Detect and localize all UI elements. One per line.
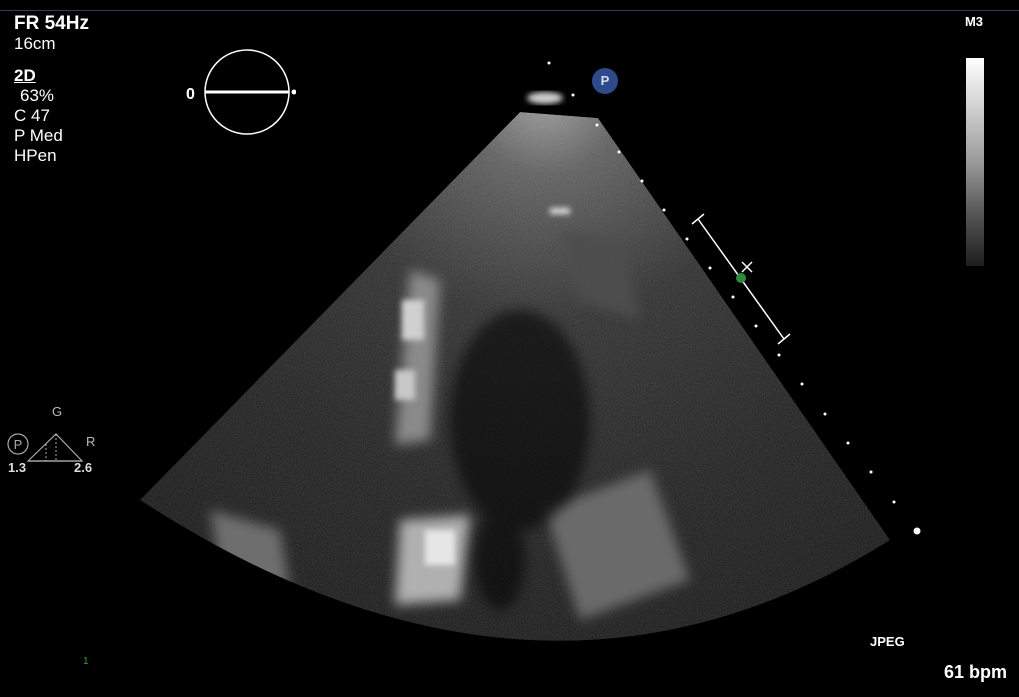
frame-marker: 1 (83, 656, 89, 667)
gain-range-right-value: 2.6 (74, 460, 93, 475)
triangle-icon: P (7, 433, 84, 462)
gain-range-widget: G R P 1.3 2.6 (6, 404, 106, 478)
gain-range-top-label: G (52, 404, 63, 419)
heart-rate: 61 bpm (944, 662, 1008, 682)
focus-marker (736, 273, 746, 283)
ultrasound-image (140, 61, 921, 641)
format-label: JPEG (870, 634, 905, 649)
gain-range-left-value: 1.3 (8, 460, 27, 475)
probe-orientation-marker: P (592, 68, 618, 94)
gain-range-p-label: P (14, 437, 23, 452)
